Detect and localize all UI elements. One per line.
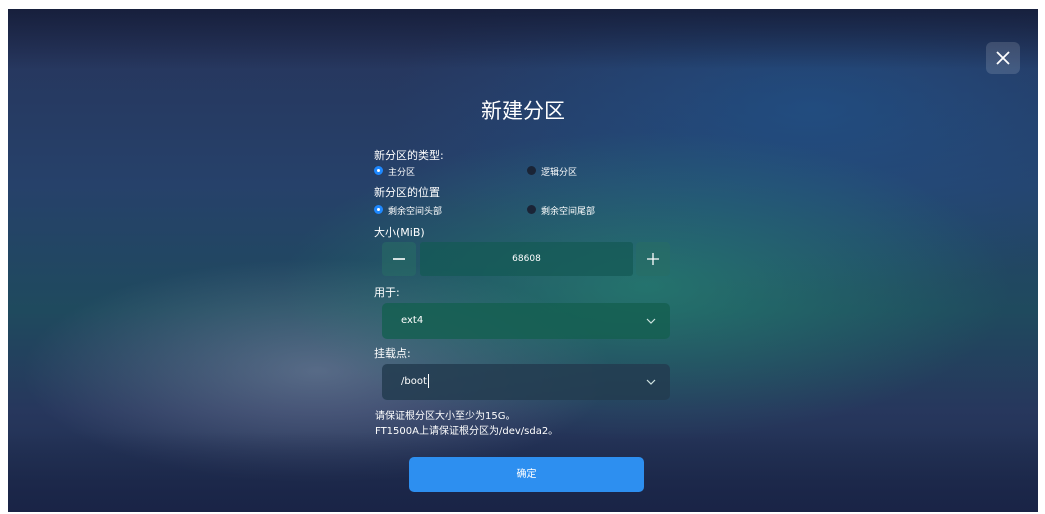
free-space-start-radio[interactable]: [374, 205, 383, 214]
logical-partition-radio[interactable]: [527, 166, 536, 175]
size-label: 大小(MiB): [374, 226, 425, 239]
dialog-title: 新建分区: [481, 99, 565, 123]
mount-point-value-wrap: /boot: [401, 364, 429, 400]
decrease-size-button[interactable]: [382, 242, 416, 276]
installer-background: 新建分区 新分区的类型: 主分区 逻辑分区 新分区的位置 剩余空间头部 剩余空间…: [8, 9, 1038, 512]
partition-type-label: 新分区的类型:: [374, 149, 444, 162]
minus-icon: [393, 258, 405, 260]
mount-point-value: /boot: [401, 376, 427, 387]
mount-point-select[interactable]: /boot: [382, 364, 670, 400]
free-space-start-option-label: 剩余空间头部: [388, 207, 443, 217]
partition-position-label: 新分区的位置: [374, 186, 440, 199]
filesystem-select[interactable]: ext4: [382, 303, 670, 339]
close-button[interactable]: [986, 42, 1020, 74]
chevron-down-icon: [646, 379, 656, 385]
text-cursor: [427, 374, 429, 388]
close-icon: [996, 51, 1010, 65]
increase-size-button[interactable]: [636, 242, 670, 276]
free-space-end-radio[interactable]: [527, 205, 536, 214]
plus-icon: [647, 253, 659, 265]
primary-partition-option-label: 主分区: [388, 168, 416, 178]
filesystem-label: 用于:: [374, 286, 400, 299]
mount-point-label: 挂载点:: [374, 347, 411, 360]
filesystem-value: ext4: [401, 315, 424, 326]
primary-partition-radio[interactable]: [374, 166, 383, 175]
root-size-note: 请保证根分区大小至少为15G。: [375, 411, 516, 422]
chevron-down-icon: [646, 318, 656, 324]
logical-partition-option-label: 逻辑分区: [541, 168, 578, 178]
size-input[interactable]: 68608: [420, 242, 633, 276]
free-space-end-option-label: 剩余空间尾部: [541, 207, 596, 217]
confirm-button[interactable]: 确定: [409, 457, 644, 492]
ft1500a-note: FT1500A上请保证根分区为/dev/sda2。: [375, 426, 559, 437]
